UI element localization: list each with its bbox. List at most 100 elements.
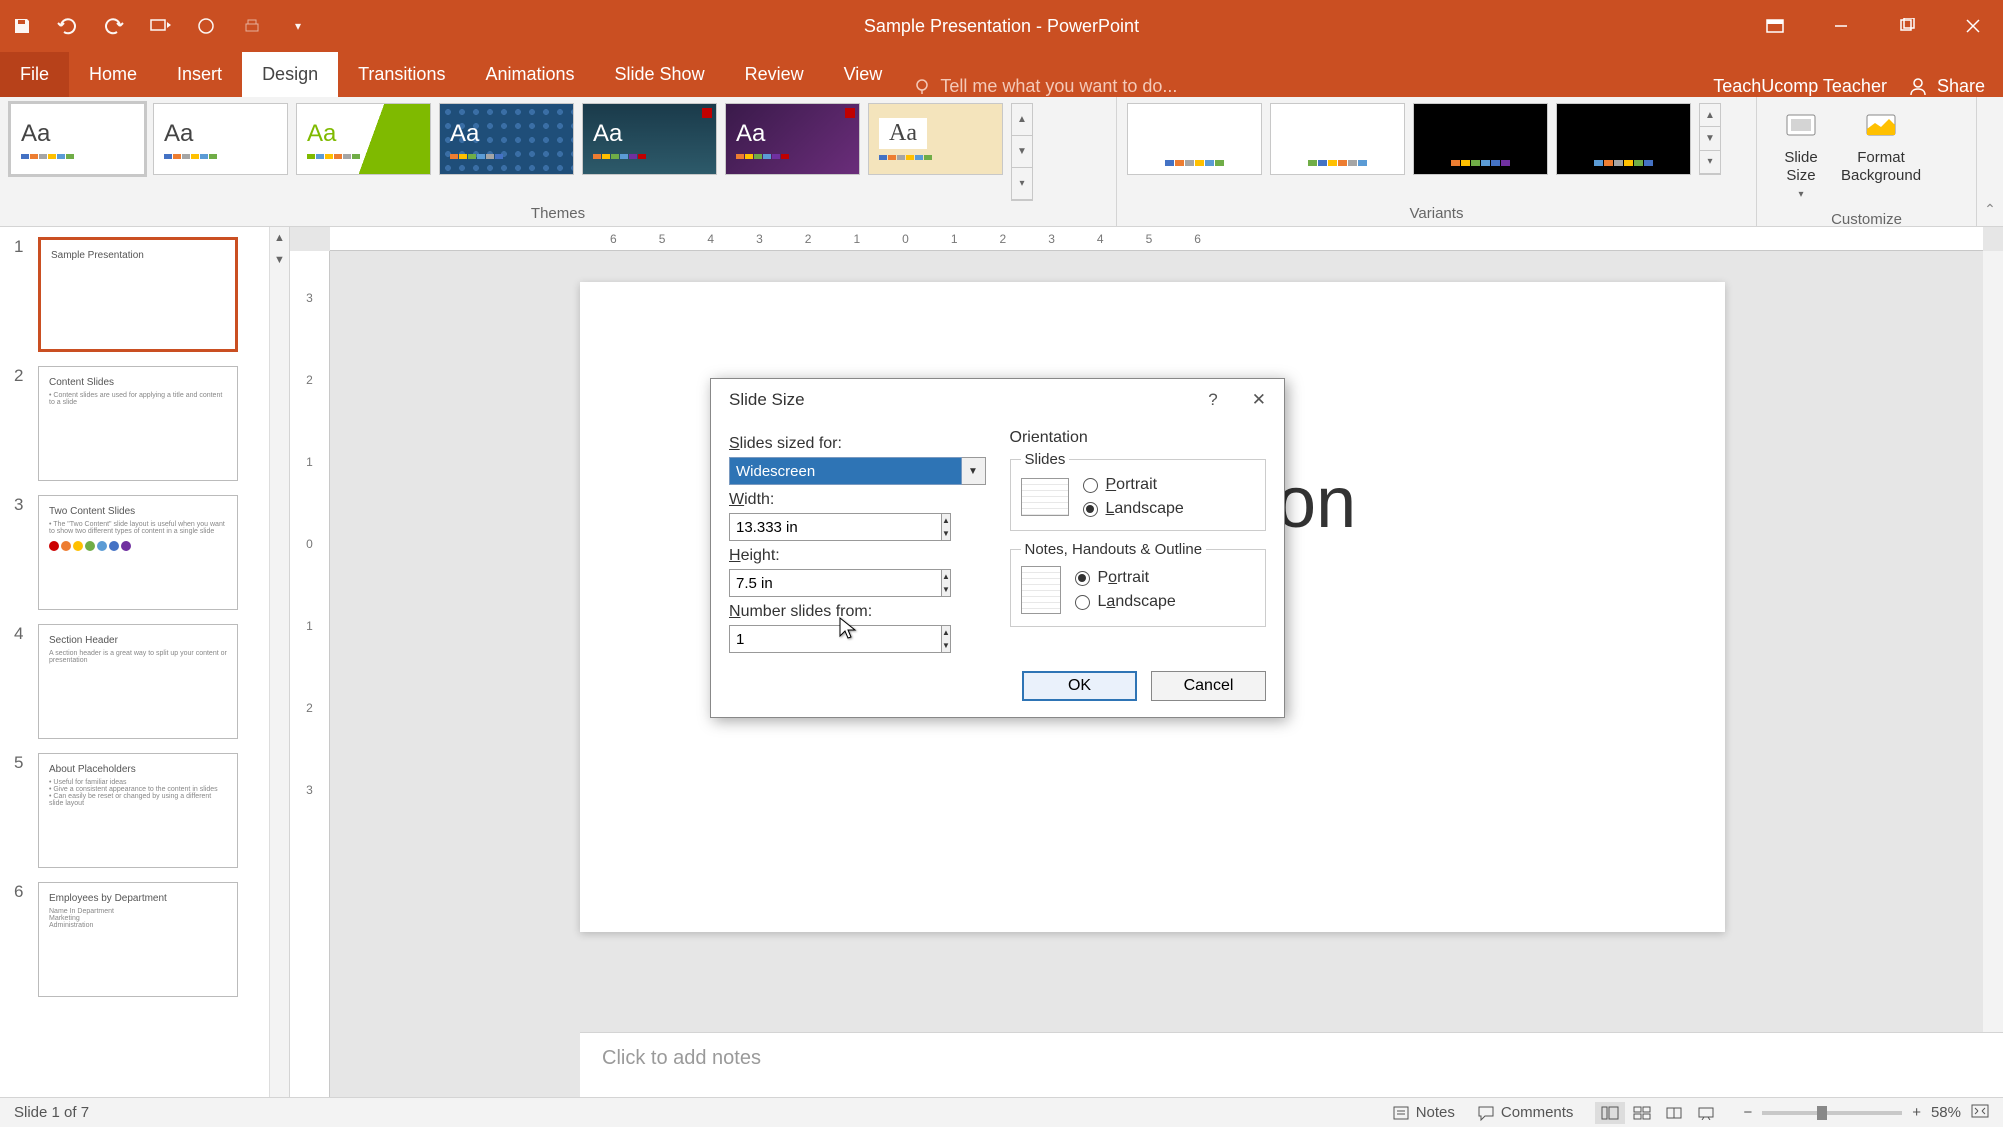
save-icon[interactable] [10, 14, 34, 38]
theme-thumb[interactable]: Aa [725, 103, 860, 175]
height-input[interactable] [729, 569, 942, 597]
collapse-ribbon-icon[interactable]: ⌃ [1977, 97, 2003, 226]
share-icon [1907, 75, 1929, 97]
fit-to-window-icon[interactable] [1971, 1104, 1989, 1122]
zoom-value: 58% [1931, 1104, 1961, 1121]
ribbon: Aa Aa Aa Aa Aa Aa Aa ▲▼▾ Themes ▲▼▾ Vari… [0, 97, 2003, 227]
reading-view-button[interactable] [1659, 1102, 1689, 1124]
slide-size-button[interactable]: Slide Size ▾ [1781, 109, 1821, 201]
user-name[interactable]: TeachUcomp Teacher [1713, 76, 1887, 97]
circle-icon[interactable] [194, 14, 218, 38]
orientation-label: Orientation [1010, 429, 1267, 447]
height-spinner[interactable]: ▲▼ [729, 569, 839, 597]
normal-view-button[interactable] [1595, 1102, 1625, 1124]
spin-down-icon[interactable]: ▼ [942, 583, 950, 596]
slide-size-dialog: Slide Size ? ✕ Slides sized for: ▼ Width… [710, 378, 1285, 718]
spin-down-icon[interactable]: ▼ [942, 527, 950, 540]
variants-scroll[interactable]: ▲▼▾ [1699, 103, 1721, 175]
slide-thumbnail[interactable]: Employees by DepartmentName In Departmen… [38, 882, 238, 997]
slide-sorter-button[interactable] [1627, 1102, 1657, 1124]
ribbon-display-icon[interactable] [1755, 11, 1795, 41]
help-icon[interactable]: ? [1208, 390, 1217, 410]
tab-view[interactable]: View [824, 52, 903, 97]
canvas-vertical-scrollbar[interactable] [1983, 251, 2003, 1097]
ok-button[interactable]: OK [1022, 671, 1137, 701]
zoom-out-icon[interactable]: − [1743, 1104, 1752, 1121]
notes-toggle[interactable]: Notes [1392, 1104, 1455, 1121]
theme-thumb[interactable]: Aa [582, 103, 717, 175]
variant-thumb[interactable] [1270, 103, 1405, 175]
variant-thumb[interactable] [1413, 103, 1548, 175]
variant-thumb[interactable] [1556, 103, 1691, 175]
notes-portrait-radio[interactable]: Portrait [1075, 569, 1176, 587]
zoom-slider[interactable] [1762, 1111, 1902, 1115]
slide-thumbnail[interactable]: Content Slides• Content slides are used … [38, 366, 238, 481]
format-background-icon [1861, 109, 1901, 145]
slide-thumbnails-pane: 1Sample Presentation2Content Slides• Con… [0, 227, 290, 1097]
cancel-button[interactable]: Cancel [1151, 671, 1266, 701]
slides-landscape-radio[interactable]: Landscape [1083, 500, 1184, 518]
notes-landscape-radio[interactable]: Landscape [1075, 593, 1176, 611]
theme-thumb[interactable]: Aa [153, 103, 288, 175]
slide-thumb-row[interactable]: 5About Placeholders• Useful for familiar… [0, 743, 289, 872]
slide-thumb-row[interactable]: 1Sample Presentation [0, 227, 289, 356]
notes-pane[interactable]: Click to add notes [580, 1032, 2003, 1097]
qat-customize-icon[interactable]: ▾ [286, 14, 310, 38]
minimize-icon[interactable] [1821, 11, 1861, 41]
theme-thumb[interactable]: Aa [10, 103, 145, 175]
spin-down-icon[interactable]: ▼ [942, 639, 950, 652]
slide-counter: Slide 1 of 7 [14, 1104, 89, 1121]
undo-icon[interactable] [56, 14, 80, 38]
number-from-spinner[interactable]: ▲▼ [729, 625, 819, 653]
comments-toggle[interactable]: Comments [1477, 1104, 1574, 1121]
chevron-down-icon[interactable]: ▼ [962, 457, 986, 485]
slides-portrait-radio[interactable]: Portrait [1083, 476, 1184, 494]
tab-review[interactable]: Review [725, 52, 824, 97]
number-from-input[interactable] [729, 625, 942, 653]
slide-thumbnail[interactable]: Two Content Slides• The "Two Content" sl… [38, 495, 238, 610]
zoom-in-icon[interactable]: + [1912, 1104, 1921, 1121]
redo-icon[interactable] [102, 14, 126, 38]
format-background-button[interactable]: Format Background [1841, 109, 1921, 185]
theme-thumb[interactable]: Aa [868, 103, 1003, 175]
maximize-icon[interactable] [1887, 11, 1927, 41]
spin-up-icon[interactable]: ▲ [942, 514, 950, 527]
width-input[interactable] [729, 513, 942, 541]
ribbon-tabs: File Home Insert Design Transitions Anim… [0, 52, 2003, 97]
theme-thumb[interactable]: Aa [296, 103, 431, 175]
slide-number: 5 [14, 753, 28, 868]
slide-thumb-row[interactable]: 4Section HeaderA section header is a gre… [0, 614, 289, 743]
lightbulb-icon [912, 77, 932, 97]
theme-thumb[interactable]: Aa [439, 103, 574, 175]
slide-thumb-row[interactable]: 2Content Slides• Content slides are used… [0, 356, 289, 485]
tab-slideshow[interactable]: Slide Show [595, 52, 725, 97]
slideshow-view-button[interactable] [1691, 1102, 1721, 1124]
slide-thumbnail[interactable]: Section HeaderA section header is a grea… [38, 624, 238, 739]
slide-thumb-row[interactable]: 3Two Content Slides• The "Two Content" s… [0, 485, 289, 614]
slide-thumbnail[interactable]: Sample Presentation [38, 237, 238, 352]
thumbnails-scrollbar[interactable]: ▲ ▼ [269, 227, 289, 1097]
slide-thumb-row[interactable]: 6Employees by DepartmentName In Departme… [0, 872, 289, 1001]
tab-design[interactable]: Design [242, 52, 338, 97]
spin-up-icon[interactable]: ▲ [942, 570, 950, 583]
share-button[interactable]: Share [1907, 75, 1985, 97]
start-from-beginning-icon[interactable] [148, 14, 172, 38]
spin-up-icon[interactable]: ▲ [942, 626, 950, 639]
tab-transitions[interactable]: Transitions [338, 52, 465, 97]
width-spinner[interactable]: ▲▼ [729, 513, 839, 541]
zoom-control[interactable]: − + 58% [1743, 1104, 1989, 1122]
tab-insert[interactable]: Insert [157, 52, 242, 97]
slide-thumbnail[interactable]: About Placeholders• Useful for familiar … [38, 753, 238, 868]
sized-for-combo[interactable]: ▼ [729, 457, 986, 485]
close-icon[interactable]: ✕ [1252, 390, 1266, 410]
tab-home[interactable]: Home [69, 52, 157, 97]
themes-scroll[interactable]: ▲▼▾ [1011, 103, 1033, 201]
tab-animations[interactable]: Animations [465, 52, 594, 97]
print-icon[interactable] [240, 14, 264, 38]
slide-size-icon [1781, 109, 1821, 145]
tell-me-search[interactable]: Tell me what you want to do... [912, 76, 1177, 97]
tab-file[interactable]: File [0, 52, 69, 97]
sized-for-input[interactable] [729, 457, 962, 485]
variant-thumb[interactable] [1127, 103, 1262, 175]
close-icon[interactable] [1953, 11, 1993, 41]
